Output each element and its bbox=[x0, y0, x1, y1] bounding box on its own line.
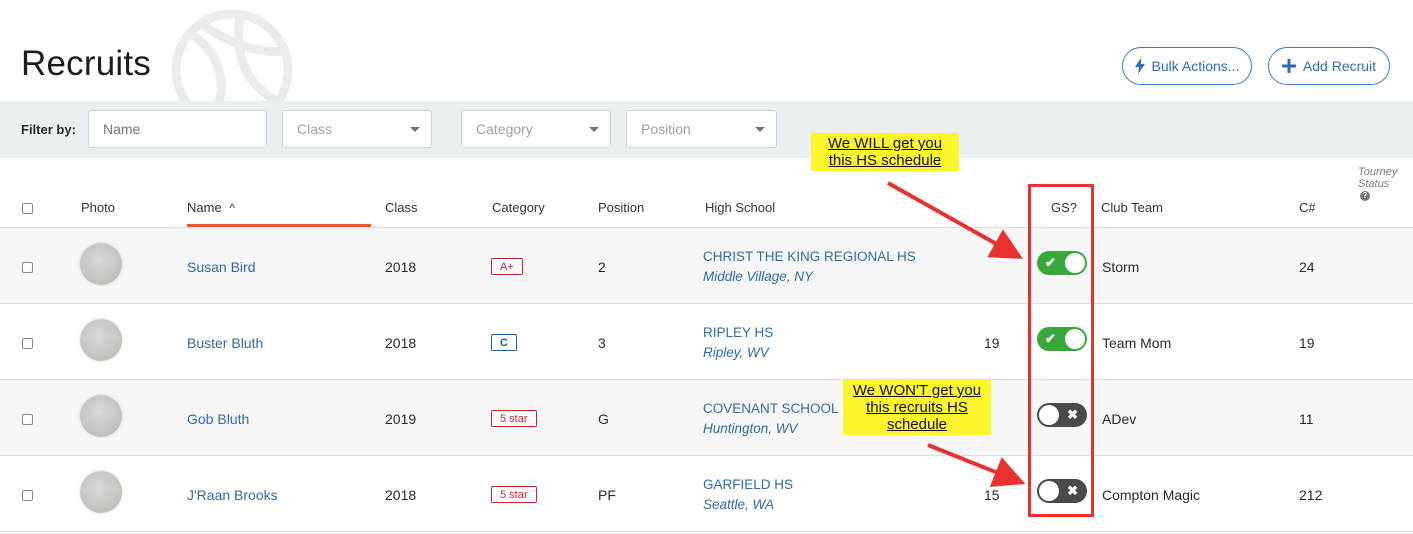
arrow-to-off-toggle bbox=[927, 443, 1026, 487]
arrow-to-on-toggle bbox=[887, 181, 1023, 259]
wont-callout: We WON'T get you this recruits HS schedu… bbox=[843, 380, 991, 435]
annotation-arrows bbox=[887, 181, 1026, 487]
will-callout: We WILL get you this HS schedule bbox=[811, 133, 959, 171]
